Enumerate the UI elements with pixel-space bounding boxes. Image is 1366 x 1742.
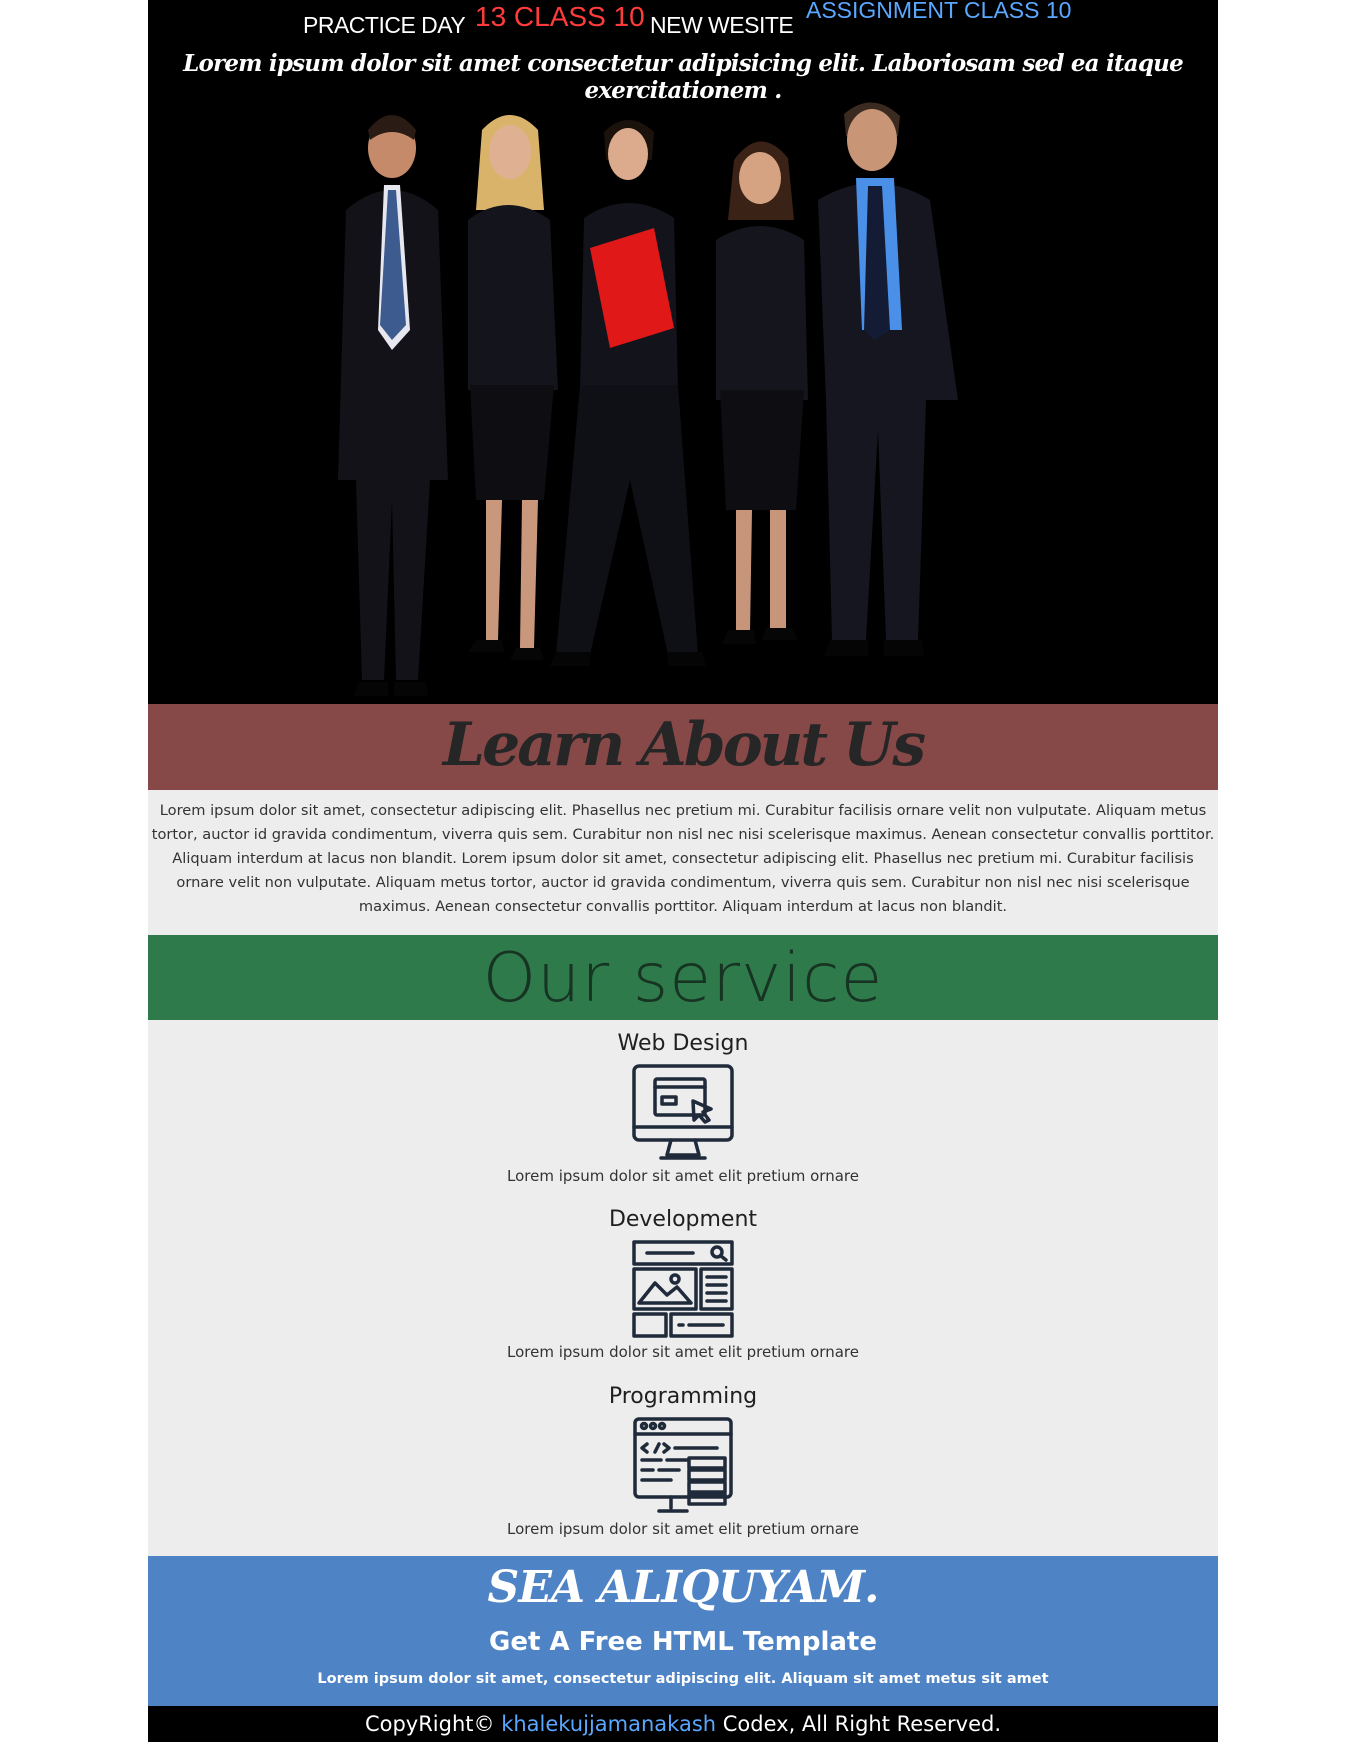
page: PRACTICE DAY 13 CLASS 10 NEW WESITE ASSI… xyxy=(148,0,1218,1742)
service-item-desc: Lorem ipsum dolor sit amet elit pretium … xyxy=(507,1343,859,1361)
footer-prefix: CopyRight© xyxy=(364,1712,495,1736)
footer-suffix: Codex, All Right Reserved. xyxy=(722,1712,1002,1736)
cta-text: Lorem ipsum dolor sit amet, consectetur … xyxy=(317,1671,1049,1687)
service-item-development: Development Lorem ipsum dolor sit amet e… xyxy=(148,1205,1218,1361)
cta-section: SEA ALIQUYAM. Get A Free HTML Template L… xyxy=(148,1556,1218,1706)
title-part-class: 13 CLASS 10 xyxy=(475,1,645,32)
footer-author-link[interactable]: khalekujjamanakash xyxy=(501,1712,716,1736)
title-part-new-website: NEW WESITE xyxy=(650,12,794,38)
service-item-title: Development xyxy=(608,1207,758,1232)
service-header-bar: Our service xyxy=(148,935,1218,1020)
monitor-cursor-icon xyxy=(632,1064,734,1160)
cta-title: SEA ALIQUYAM. xyxy=(487,1562,880,1613)
service-item-title: Programming xyxy=(608,1384,758,1409)
page-title: PRACTICE DAY 13 CLASS 10 NEW WESITE ASSI… xyxy=(148,0,1218,48)
cta-subtitle: Get A Free HTML Template xyxy=(489,1627,877,1657)
service-item-title: Web Design xyxy=(617,1031,749,1056)
title-part-practice-day: PRACTICE DAY xyxy=(303,12,466,38)
hero-section: PRACTICE DAY 13 CLASS 10 NEW WESITE ASSI… xyxy=(148,0,1218,704)
service-item-desc: Lorem ipsum dolor sit amet elit pretium … xyxy=(507,1520,859,1538)
person-2 xyxy=(468,115,558,660)
service-title: Our service xyxy=(482,939,884,1018)
service-item-programming: Programming Lorem ipsum dolor sit amet e… xyxy=(148,1382,1218,1538)
person-5 xyxy=(818,102,958,656)
person-4 xyxy=(716,141,808,644)
person-3 xyxy=(550,120,706,666)
about-header-bar: Learn About Us xyxy=(148,704,1218,790)
team-photo xyxy=(338,102,958,696)
hero-tagline: Lorem ipsum dolor sit amet consectetur a… xyxy=(183,50,1184,104)
about-text: Lorem ipsum dolor sit amet, consectetur … xyxy=(151,802,1215,915)
web-layout-icon xyxy=(632,1240,734,1338)
title-part-assignment: ASSIGNMENT CLASS 10 xyxy=(806,0,1072,23)
about-title: Learn About Us xyxy=(442,710,926,780)
service-item-desc: Lorem ipsum dolor sit amet elit pretium … xyxy=(507,1167,859,1185)
footer: CopyRight© khalekujjamanakash Codex, All… xyxy=(148,1706,1218,1742)
code-server-icon xyxy=(633,1417,733,1513)
service-item-web-design: Web Design Lorem ipsum dolor sit amet el… xyxy=(148,1029,1218,1185)
person-1 xyxy=(338,115,448,696)
